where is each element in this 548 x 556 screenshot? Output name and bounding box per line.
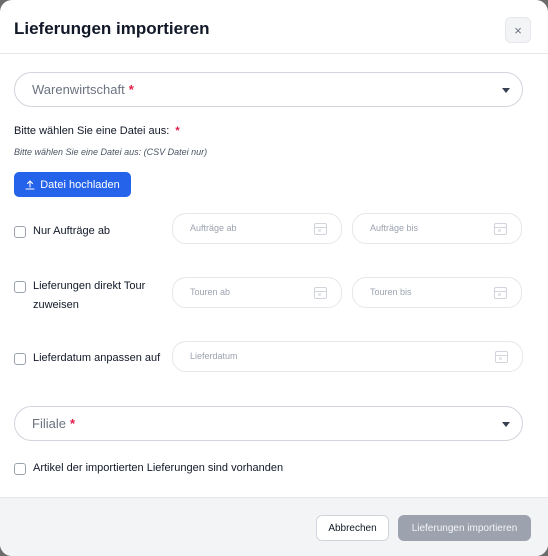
auftraege-ab-placeholder: Aufträge ab [190,223,237,233]
nur-auftraege-row: Nur Aufträge ab [14,225,110,241]
required-mark: * [175,125,180,137]
upload-button-label: Datei hochladen [40,178,120,191]
required-mark: * [128,82,134,97]
auftraege-bis-input[interactable]: Aufträge bis [352,213,522,244]
tour-zuweisen-row: Lieferungen direkt Tour zuweisen [14,280,145,315]
import-dialog: Lieferungen importieren × Warenwirtschaf… [0,0,548,556]
dialog-title: Lieferungen importieren [14,19,210,38]
close-icon: × [514,22,522,38]
touren-bis-placeholder: Touren bis [370,287,412,297]
filiale-select[interactable]: Filiale * [14,406,523,441]
close-button[interactable]: × [505,17,531,43]
calendar-icon [494,287,507,299]
lieferdatum-placeholder: Lieferdatum [190,351,238,361]
calendar-icon [314,287,327,299]
tour-zuweisen-label: Lieferungen direkt Tour zuweisen [33,280,146,311]
lieferdatum-label: Lieferdatum anpassen auf [33,352,161,364]
file-hint: Bitte wählen Sie eine Datei aus: (CSV Da… [14,147,208,157]
artikel-vorhanden-row: Artikel der importierten Lieferungen sin… [14,462,283,478]
dialog-footer: Abbrechen Lieferungen importieren [0,497,548,556]
touren-ab-input[interactable]: Touren ab [172,277,342,308]
upload-file-button[interactable]: Datei hochladen [14,172,131,197]
import-button[interactable]: Lieferungen importieren [398,515,531,541]
touren-ab-placeholder: Touren ab [190,287,231,297]
chevron-down-icon [502,88,510,93]
tour-zuweisen-checkbox[interactable] [14,281,26,293]
auftraege-ab-input[interactable]: Aufträge ab [172,213,342,244]
warenwirtschaft-select[interactable]: Warenwirtschaft * [14,72,523,107]
file-label: Bitte wählen Sie eine Datei aus: * [14,125,180,137]
required-mark: * [69,416,76,431]
nur-auftraege-checkbox[interactable] [14,226,26,238]
nur-auftraege-label: Nur Aufträge ab [33,225,111,237]
cancel-button[interactable]: Abbrechen [316,515,389,541]
dialog-header: Lieferungen importieren × [0,0,548,54]
lieferdatum-row: Lieferdatum anpassen auf [14,352,160,368]
calendar-icon [494,223,507,235]
calendar-icon [314,223,327,235]
calendar-icon [495,351,508,363]
chevron-down-icon [502,422,510,427]
warenwirtschaft-placeholder: Warenwirtschaft * [32,82,134,97]
lieferdatum-checkbox[interactable] [14,353,26,365]
auftraege-bis-placeholder: Aufträge bis [370,223,419,233]
lieferdatum-input[interactable]: Lieferdatum [172,341,523,372]
filiale-placeholder: Filiale * [32,416,76,431]
touren-bis-input[interactable]: Touren bis [352,277,522,308]
upload-icon [25,179,35,190]
artikel-vorhanden-label: Artikel der importierten Lieferungen sin… [33,462,284,474]
artikel-vorhanden-checkbox[interactable] [14,463,26,475]
